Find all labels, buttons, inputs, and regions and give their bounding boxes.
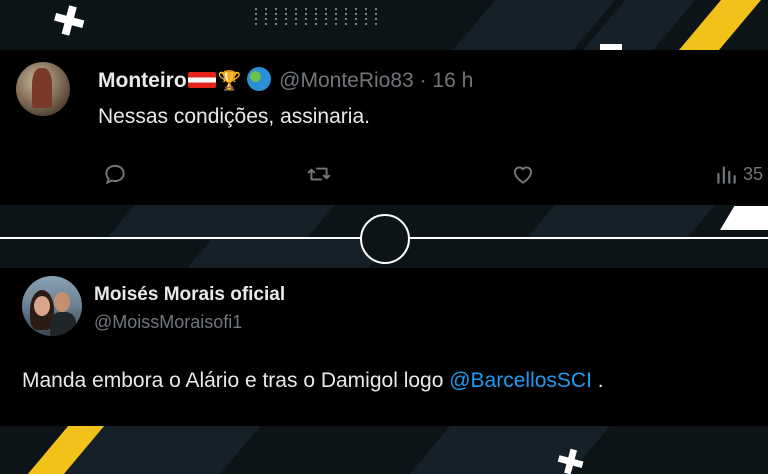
user-handle[interactable]: @MonteRio83 — [279, 69, 414, 92]
retweet-button[interactable] — [306, 161, 332, 187]
tweet-card-1[interactable]: Monteiro 🏆 @MonteRio83 · 16 h Nessas cond… — [0, 50, 768, 205]
globe-icon — [247, 67, 272, 91]
bg-white-wedge — [720, 206, 768, 230]
avatar-figure — [32, 68, 52, 108]
tweet-card-2[interactable]: Moisés Morais oficial @MoissMoraisofi1 M… — [0, 268, 768, 426]
like-icon — [513, 166, 533, 184]
tweet-text-body: Manda embora o Alário e tras o Damigol l… — [22, 369, 450, 392]
separator: · — [419, 69, 427, 92]
tweet-header: Monteiro 🏆 @MonteRio83 · 16 h — [98, 67, 473, 93]
dot-grid — [255, 8, 381, 25]
plus-icon: ✚ — [46, 0, 91, 49]
tweet-actions: 35 — [0, 158, 768, 192]
user-name[interactable]: Monteiro — [98, 69, 187, 92]
trophy-icon: 🏆 — [217, 71, 242, 92]
bg-yellow-stripe — [679, 0, 761, 50]
retweet-icon — [307, 167, 331, 181]
tweet-text: Nessas condições, assinaria. — [98, 105, 370, 128]
avatar-face — [54, 292, 70, 312]
views-icon — [717, 166, 736, 184]
avatar-face — [34, 296, 50, 316]
avatar-person — [50, 312, 76, 336]
bg-stripe — [105, 205, 335, 240]
reply-button[interactable] — [102, 161, 128, 187]
center-circle — [360, 214, 410, 264]
avatar[interactable] — [16, 62, 70, 116]
austria-flag-icon — [187, 72, 216, 88]
mention-link[interactable]: @BarcellosSCI — [449, 369, 592, 392]
views-count: 35 — [743, 163, 764, 184]
reply-icon — [105, 164, 125, 185]
user-handle[interactable]: @MoissMoraisofi1 — [94, 312, 242, 333]
tweet-text: Manda embora o Alário e tras o Damigol l… — [22, 369, 604, 393]
avatar[interactable] — [22, 276, 82, 336]
views-button[interactable]: 35 — [713, 161, 763, 187]
timestamp[interactable]: 16 h — [432, 69, 473, 92]
bg-stripe — [525, 205, 715, 240]
tweet-text-end: . — [591, 369, 604, 392]
user-name[interactable]: Moisés Morais oficial — [94, 284, 285, 306]
like-button[interactable] — [510, 161, 536, 187]
